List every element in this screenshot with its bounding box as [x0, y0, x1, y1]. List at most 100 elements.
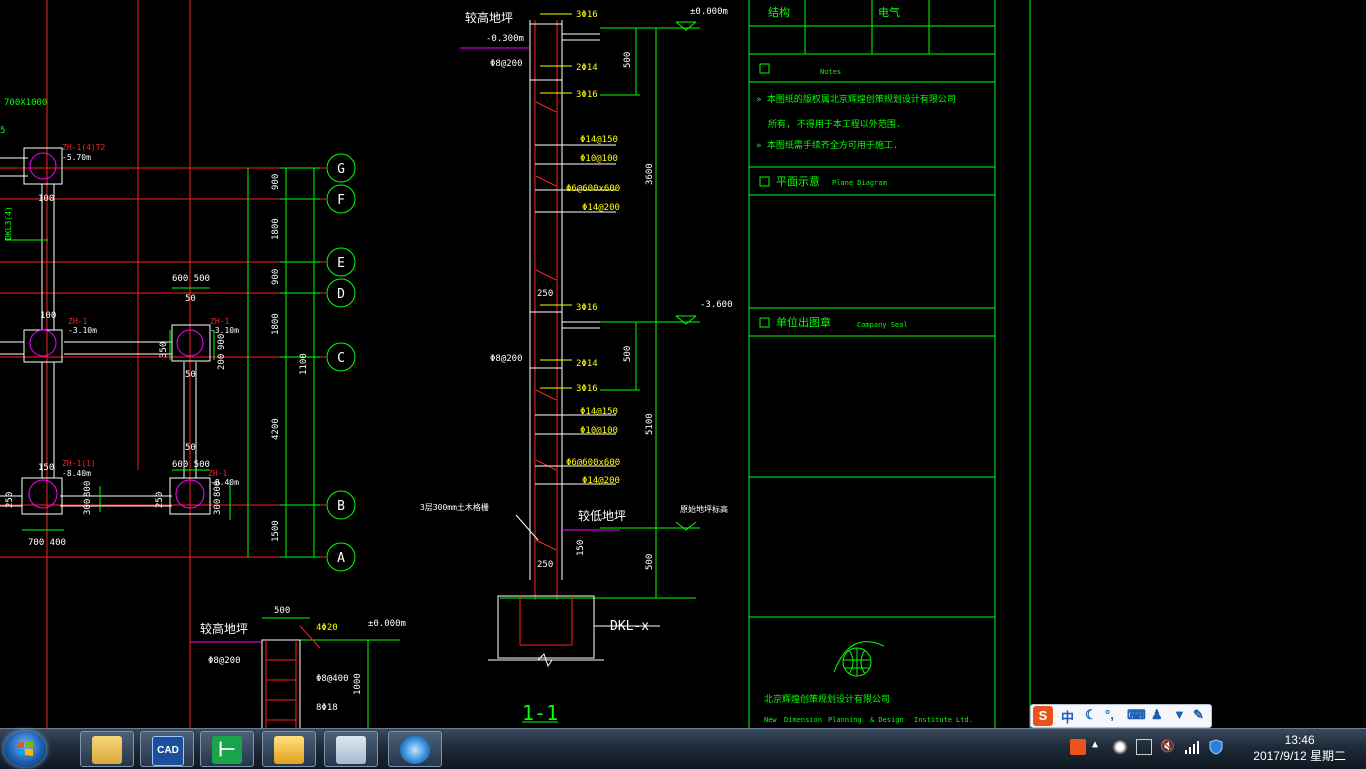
section-bar-3phi16a: 3Φ16: [576, 10, 598, 20]
axis-label-b: B: [337, 499, 345, 514]
section-dim-500a: 500: [623, 52, 633, 68]
axis-label-a: A: [337, 551, 345, 566]
shield-icon[interactable]: [1208, 739, 1224, 755]
section-top-label: 较高地坪: [465, 10, 513, 25]
svg-text:Institute: Institute: [914, 716, 952, 724]
plan-tag-zh1: ZH-1(4)T2: [62, 143, 106, 152]
speaker-muted-icon[interactable]: 🔇: [1160, 739, 1176, 755]
axis-dim-4: 1800: [271, 313, 281, 335]
axis-dim-2: 1800: [271, 218, 281, 240]
section-low-label: 较低地坪: [578, 508, 626, 523]
qq-icon[interactable]: [1112, 739, 1128, 755]
section-bar-2phi14a: 2Φ14: [576, 63, 598, 73]
taskbar-browser-app[interactable]: [388, 731, 442, 767]
svg-text:Dimension: Dimension: [784, 716, 822, 724]
windows-logo-icon: [17, 741, 33, 756]
axis-dim-1: 900: [271, 174, 281, 190]
svg-text:Ltd.: Ltd.: [956, 716, 973, 724]
taskbar-notes-app[interactable]: [262, 731, 316, 767]
plan-tag-zh1-elev: -5.70m: [62, 153, 91, 162]
title-block: [748, 0, 1031, 730]
taskbar-file-explorer[interactable]: [80, 731, 134, 767]
plan-dim-250: 250: [5, 492, 15, 508]
browser-icon: [400, 736, 430, 764]
tb-note-1: » 本图纸的版权属北京辉煌创策规划设计有限公司: [756, 93, 956, 105]
cad-icon: CAD: [152, 736, 184, 766]
detail-view: 较高地坪 500 4Φ20 ±0.000m Φ8@200 Φ8@400 8Φ18…: [190, 606, 406, 731]
tb-plan-title-en: Plane Diagram: [832, 179, 887, 187]
section-stir-150b: Φ14@150: [580, 407, 618, 417]
plan-dim-600-500a: 600 500: [172, 274, 210, 284]
detail-dim-500: 500: [274, 606, 290, 616]
wrench-icon[interactable]: ✎: [1193, 707, 1204, 723]
plan-dim-100b: 100: [40, 311, 56, 321]
ime-toolbar[interactable]: S 中 ☾ °, ⌨ ♟ ▼ ✎: [1030, 704, 1212, 728]
tb-company-cn: 北京辉煌创策规划设计有限公司: [764, 693, 890, 705]
cad-drawing[interactable]: G F E D C B A 900 1800 900 1800 1100 420…: [0, 0, 1366, 731]
section-dim-250b: 250: [537, 560, 553, 570]
detail-stir-400: Φ8@400: [316, 674, 349, 684]
clock[interactable]: 13:46 2017/9/12 星期二: [1253, 732, 1346, 764]
detail-elev: ±0.000m: [368, 619, 406, 629]
tb-company-en: New Dimension Planning & Design Institut…: [764, 716, 973, 724]
tb-seal-title: 单位出图章: [776, 315, 831, 329]
chevron-up-icon[interactable]: ▲: [1092, 739, 1108, 755]
punctuation-icon[interactable]: °,: [1105, 707, 1114, 722]
section-bar-3phi16b: 3Φ16: [576, 90, 598, 100]
plan-dim-200: 200: [217, 354, 227, 370]
tb-plan-title: 平面示意: [776, 174, 820, 188]
axis-label-c: C: [337, 351, 345, 366]
taskbar-cad-app[interactable]: CAD: [140, 731, 194, 767]
sogou-logo-icon[interactable]: S: [1033, 706, 1053, 726]
section-stir-100b: Φ10@100: [580, 426, 618, 436]
detail-bar-4phi20: 4Φ20: [316, 623, 338, 633]
tb-notes-title: Notes: [820, 68, 841, 76]
plan-label-700x1000: 700X1000: [4, 98, 47, 108]
device-icon[interactable]: [1136, 739, 1152, 755]
keyboard-icon[interactable]: ⌨: [1127, 707, 1146, 723]
company-logo-icon: [833, 641, 885, 677]
section-dim-500b: 500: [623, 346, 633, 362]
plan-tag-zh1d-elev: -8.40m: [62, 469, 91, 478]
section-tie-600b: Φ6@600x600: [566, 458, 620, 468]
plan-tag-zh1b: ZH-1: [68, 317, 87, 326]
axis-dim-5: 1100: [299, 353, 309, 375]
section-elev-top: ±0.000m: [690, 7, 728, 17]
start-button[interactable]: [4, 731, 46, 767]
plan-dim-800b: 800: [213, 481, 223, 497]
section-stir-100a: Φ10@100: [580, 154, 618, 164]
section-stir-150a: Φ14@150: [580, 135, 618, 145]
user-icon[interactable]: ♟: [1151, 707, 1163, 723]
network-icon[interactable]: [1184, 739, 1200, 755]
svg-text:Planning: Planning: [828, 716, 862, 724]
axis-label-d: D: [337, 287, 345, 302]
section-dim-150: 150: [576, 540, 586, 556]
plan-dim-300: 300: [83, 499, 93, 515]
axis-dim-6: 4200: [271, 418, 281, 440]
section-bar-3phi16c: 3Φ16: [576, 303, 598, 313]
moon-icon[interactable]: ☾: [1085, 707, 1097, 723]
ime-mode-toggle[interactable]: 中: [1061, 707, 1074, 726]
section-rebar-200b: Φ8@200: [490, 354, 523, 364]
cad-drawing-canvas[interactable]: G F E D C B A 900 1800 900 1800 1100 420…: [0, 0, 1366, 731]
taskbar-glodon-app[interactable]: ⊢: [200, 731, 254, 767]
skin-icon[interactable]: ▼: [1173, 707, 1186, 722]
svg-text:New: New: [764, 716, 777, 724]
plan-dim-50a: 50: [185, 294, 196, 304]
plan-dim-900: 900: [217, 334, 227, 350]
plan-tag-zh1c-elev: -3.10m: [210, 326, 239, 335]
taskbar-calculator-app[interactable]: [324, 731, 378, 767]
tb-note-1b: 所有, 不得用于本工程以外范围.: [768, 118, 901, 130]
detail-rebar: Φ8@200: [208, 656, 241, 666]
section-dim-5100: 5100: [645, 413, 655, 435]
tb-col-electric: 电气: [878, 5, 900, 19]
plan-tag-dkl: DKL3(4): [4, 206, 13, 240]
plan-tag-zh1d: ZH-1(1): [62, 459, 96, 468]
plan-dim-250b: 250: [155, 492, 165, 508]
detail-label: 较高地坪: [200, 621, 248, 636]
plan-dim-350: 350: [159, 342, 169, 358]
clock-date: 2017/9/12 星期二: [1253, 749, 1346, 763]
sogou-tray-icon[interactable]: [1070, 739, 1086, 755]
axis-label-g: G: [337, 162, 345, 177]
svg-text:& Design: & Design: [870, 716, 904, 724]
